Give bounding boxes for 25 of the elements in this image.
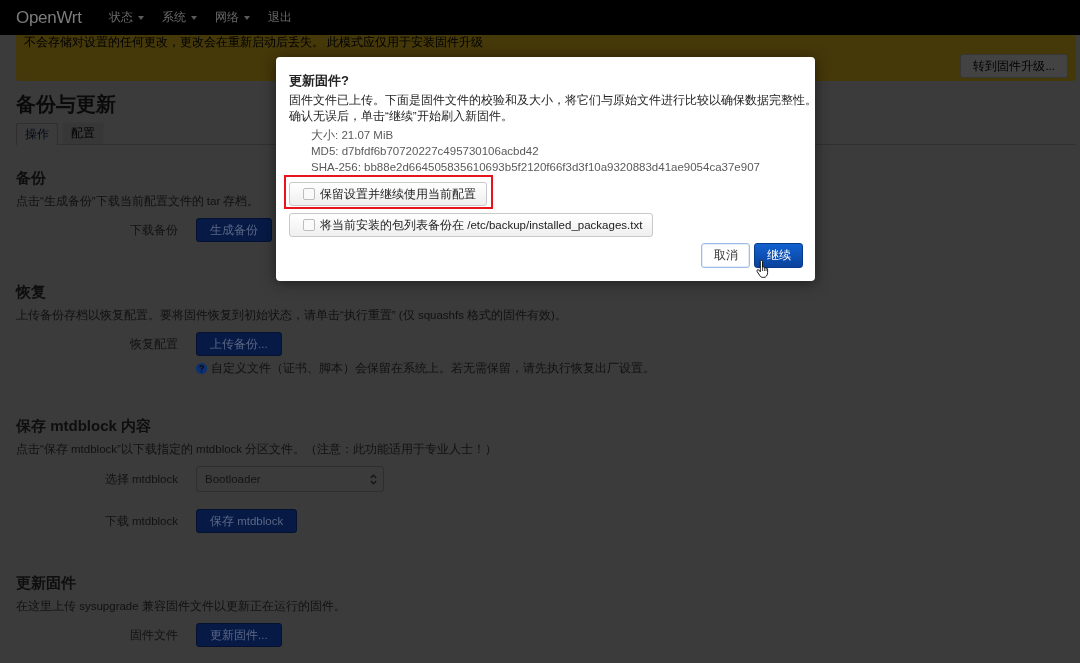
nav-menu-item[interactable]: 退出	[267, 9, 292, 26]
chevron-updown-icon	[370, 473, 377, 485]
primary-button[interactable]: 生成备份	[196, 218, 272, 242]
hand-cursor-icon	[756, 260, 770, 278]
file-info-text: SHA-256: bb88e2d664505835610693b5f2120f66f3d3f10a9320883d41ae9054ca37e907	[311, 160, 760, 175]
file-info-text: 大小: 21.07 MiB	[311, 128, 394, 143]
file-info-text: MD5: d7bfdf6b70720227c495730106acbd42	[311, 144, 539, 159]
checkbox-option[interactable]: 将当前安装的包列表备份在 /etc/backup/installed_packages.txt	[289, 213, 654, 237]
secondary-button[interactable]: 取消	[701, 243, 750, 268]
dialog-description: 确认无误后，单击“继续”开始刷入新固件。	[289, 109, 513, 124]
dialog-description: 固件文件已上传。下面是固件文件的校验和及大小，将它们与原始文件进行比较以确保数据完整性。	[289, 93, 817, 108]
primary-button[interactable]: 上传备份...	[196, 332, 282, 356]
primary-button[interactable]: 更新固件...	[196, 623, 282, 647]
checkbox[interactable]	[303, 219, 315, 231]
primary-button[interactable]: 继续	[754, 243, 803, 268]
nav-menu-item[interactable]: 系统	[161, 9, 197, 26]
dialog-title: 更新固件?	[289, 72, 349, 90]
nav-menu-item[interactable]: 状态	[108, 9, 144, 26]
nav-menu-item[interactable]: 网络	[214, 9, 250, 26]
alert-action-button[interactable]: 转到固件升级...	[960, 54, 1068, 78]
checkbox[interactable]	[303, 188, 315, 200]
help-icon	[196, 362, 207, 374]
primary-button[interactable]: 保存 mtdblock	[196, 509, 298, 533]
brand-name[interactable]: OpenWrt	[16, 7, 82, 28]
checkbox-option[interactable]: 保留设置并继续使用当前配置	[289, 182, 487, 206]
